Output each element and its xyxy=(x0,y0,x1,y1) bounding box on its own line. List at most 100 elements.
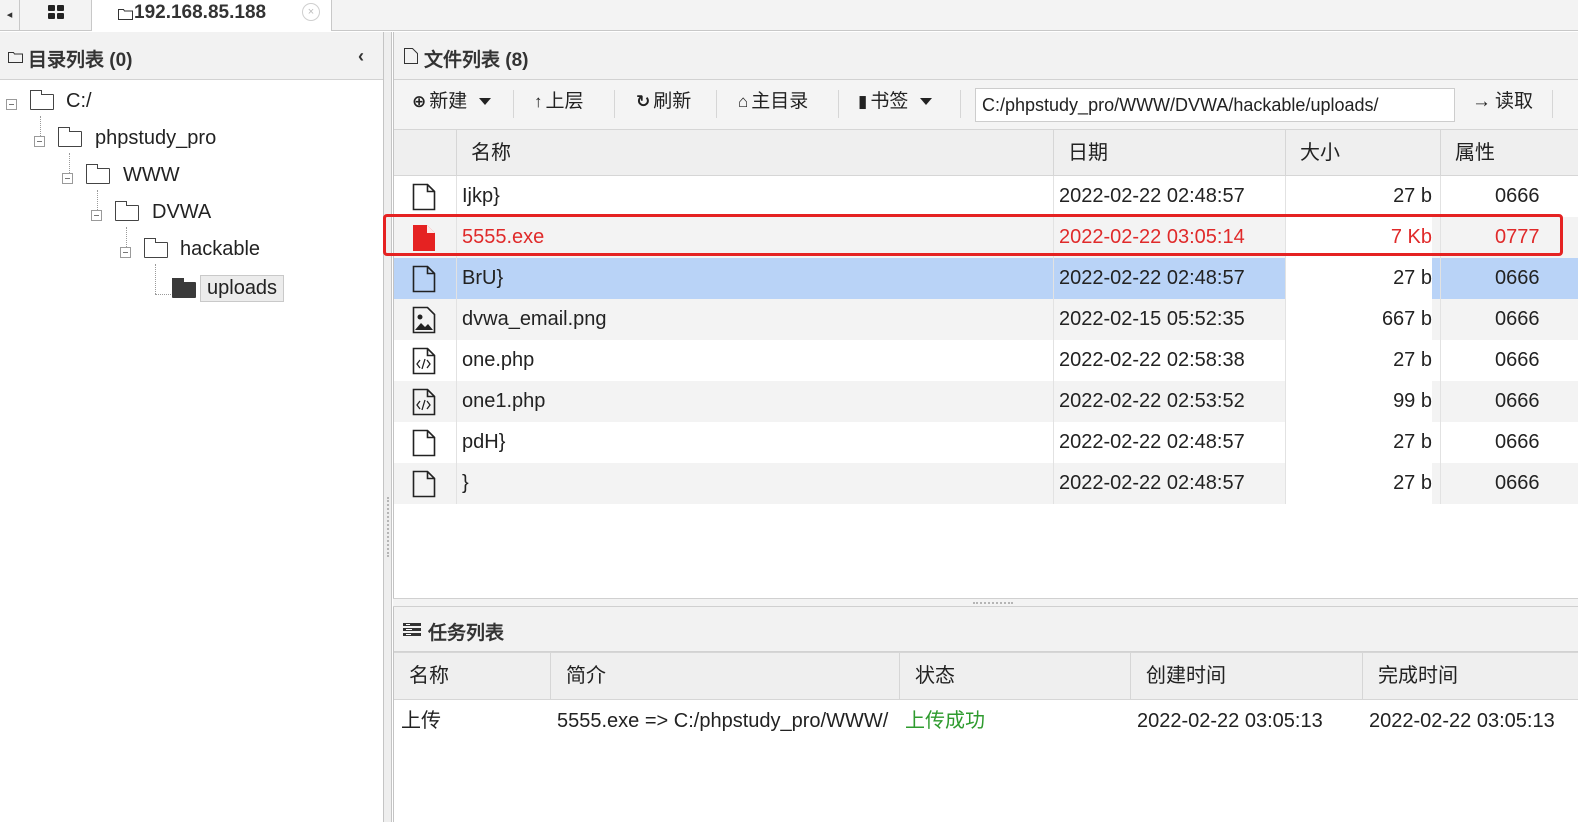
tree-node-label: phpstudy_pro xyxy=(95,127,217,149)
file-icon xyxy=(404,48,418,64)
folder-icon xyxy=(30,90,54,110)
tab-home[interactable] xyxy=(20,0,92,31)
column-header-task-desc[interactable]: 简介 xyxy=(550,653,899,699)
file-name: Ijkp} xyxy=(462,185,500,207)
task-grid-header: 名称 简介 状态 创建时间 完成时间 xyxy=(394,652,1578,700)
folder-icon xyxy=(118,9,133,20)
file-date: 2022-02-22 02:53:52 xyxy=(1059,390,1245,412)
tab-host[interactable]: 192.168.85.188 × xyxy=(92,0,332,31)
file-size: 7 Kb xyxy=(1285,217,1432,258)
file-icon xyxy=(412,265,436,293)
read-label: 读取 xyxy=(1495,91,1534,112)
collapse-panel-icon[interactable]: ‹ xyxy=(358,46,364,67)
tree-node-www[interactable]: WWW xyxy=(62,164,262,194)
column-header-task-name[interactable]: 名称 xyxy=(394,653,550,699)
file-size: 99 b xyxy=(1285,381,1432,422)
folder-icon xyxy=(8,52,23,63)
tree-node-phpstudy-pro[interactable]: phpstudy_pro xyxy=(34,127,254,157)
file-row[interactable]: one1.php 2022-02-22 02:53:52 99 b 0666 xyxy=(394,381,1578,422)
up-label: 上层 xyxy=(545,91,584,112)
task-status: 上传成功 xyxy=(905,710,985,732)
file-attr: 0666 xyxy=(1495,431,1540,453)
image-file-icon xyxy=(412,306,436,334)
collapse-node-icon[interactable] xyxy=(62,173,73,184)
file-row-highlighted[interactable]: 5555.exe 2022-02-22 03:05:14 7 Kb 0777 xyxy=(394,217,1578,258)
file-icon xyxy=(412,470,436,498)
caret-down-icon xyxy=(479,98,492,106)
vertical-splitter[interactable] xyxy=(384,32,392,822)
icon-column-header xyxy=(394,130,456,176)
file-date: 2022-02-22 02:48:57 xyxy=(1059,185,1245,207)
tree-node-uploads[interactable]: uploads xyxy=(148,275,348,308)
tab-scroll-left-button[interactable]: ◂ xyxy=(0,0,20,31)
directory-panel-header: 目录列表 (0) ‹ xyxy=(0,32,383,80)
column-divider xyxy=(456,176,457,504)
folder-icon xyxy=(115,201,139,221)
file-name: one1.php xyxy=(462,390,546,412)
file-name: dvwa_email.png xyxy=(462,308,607,330)
refresh-button[interactable]: ↻ 刷新 xyxy=(636,88,691,122)
refresh-label: 刷新 xyxy=(653,91,692,112)
plus-circle-icon: ⊕ xyxy=(412,92,427,111)
file-name: 5555.exe xyxy=(462,226,545,248)
file-row[interactable]: } 2022-02-22 02:48:57 27 b 0666 xyxy=(394,463,1578,504)
read-button[interactable]: → 读取 xyxy=(1472,88,1533,116)
home-dir-button[interactable]: ⌂ 主目录 xyxy=(738,88,808,122)
file-row[interactable]: pdH} 2022-02-22 02:48:57 27 b 0666 xyxy=(394,422,1578,463)
column-header-task-finished[interactable]: 完成时间 xyxy=(1362,653,1578,699)
folder-icon xyxy=(86,164,110,184)
file-date: 2022-02-22 02:48:57 xyxy=(1059,431,1245,453)
exe-file-icon xyxy=(413,225,435,251)
bookmark-button[interactable]: ▮ 书签 xyxy=(858,88,933,122)
task-panel: 任务列表 名称 简介 状态 创建时间 完成时间 上传 5555.exe => C… xyxy=(393,607,1578,822)
column-header-size[interactable]: 大小 xyxy=(1285,130,1440,176)
column-divider xyxy=(1053,176,1054,504)
file-row[interactable]: dvwa_email.png 2022-02-15 05:52:35 667 b… xyxy=(394,299,1578,340)
file-size: 27 b xyxy=(1285,340,1432,381)
bookmark-icon: ▮ xyxy=(858,92,868,111)
collapse-node-icon[interactable] xyxy=(34,136,45,147)
arrow-right-icon: → xyxy=(1472,91,1491,112)
column-header-name[interactable]: 名称 xyxy=(456,130,1053,176)
column-header-task-status[interactable]: 状态 xyxy=(899,653,1130,699)
code-file-icon xyxy=(412,388,436,416)
file-name: pdH} xyxy=(462,431,506,453)
directory-panel-title: 目录列表 (0) xyxy=(28,50,133,71)
caret-down-icon xyxy=(920,98,933,106)
file-size: 27 b xyxy=(1285,463,1432,504)
file-grid-header: 名称 日期 大小 属性 xyxy=(394,130,1578,176)
task-panel-header: 任务列表 xyxy=(394,607,1578,652)
file-row[interactable]: Ijkp} 2022-02-22 02:48:57 27 b 0666 xyxy=(394,176,1578,217)
file-row-selected[interactable]: BrU} 2022-02-22 02:48:57 27 b 0666 xyxy=(394,258,1578,299)
file-date: 2022-02-22 02:48:57 xyxy=(1059,267,1245,289)
collapse-node-icon[interactable] xyxy=(91,210,102,221)
column-header-task-created[interactable]: 创建时间 xyxy=(1130,653,1362,699)
tree-node-c[interactable]: C:/ xyxy=(6,90,206,120)
column-divider xyxy=(1285,176,1286,504)
close-tab-icon[interactable]: × xyxy=(302,3,320,21)
tree-node-dvwa[interactable]: DVWA xyxy=(91,201,291,231)
file-attr: 0666 xyxy=(1495,349,1540,371)
column-header-date[interactable]: 日期 xyxy=(1053,130,1285,176)
file-name: one.php xyxy=(462,349,535,371)
file-panel: 文件列表 (8) ⊕新建 ↑上层 ↻刷新 ⌂主目录 ▮书签 →读取 名称 日期 xyxy=(393,32,1578,598)
path-input[interactable] xyxy=(975,88,1455,122)
new-button[interactable]: ⊕ 新建 xyxy=(412,88,492,122)
file-attr: 0666 xyxy=(1495,390,1540,412)
tree-node-hackable[interactable]: hackable xyxy=(120,238,320,268)
parent-dir-button[interactable]: ↑ 上层 xyxy=(534,88,584,122)
task-panel-title: 任务列表 xyxy=(428,623,505,644)
file-row[interactable]: one.php 2022-02-22 02:58:38 27 b 0666 xyxy=(394,340,1578,381)
horizontal-splitter[interactable] xyxy=(393,598,1578,607)
folder-icon xyxy=(144,238,168,258)
folder-icon xyxy=(58,127,82,147)
file-date: 2022-02-22 03:05:14 xyxy=(1059,226,1245,248)
task-row[interactable]: 上传 5555.exe => C:/phpstudy_pro/WWW/ 上传成功… xyxy=(394,701,1578,741)
column-header-attr[interactable]: 属性 xyxy=(1440,130,1578,176)
new-label: 新建 xyxy=(429,91,468,112)
file-attr: 0666 xyxy=(1495,308,1540,330)
tab-host-label: 192.168.85.188 xyxy=(134,2,267,23)
collapse-node-icon[interactable] xyxy=(6,99,17,110)
task-created: 2022-02-22 03:05:13 xyxy=(1137,710,1323,732)
collapse-node-icon[interactable] xyxy=(120,247,131,258)
